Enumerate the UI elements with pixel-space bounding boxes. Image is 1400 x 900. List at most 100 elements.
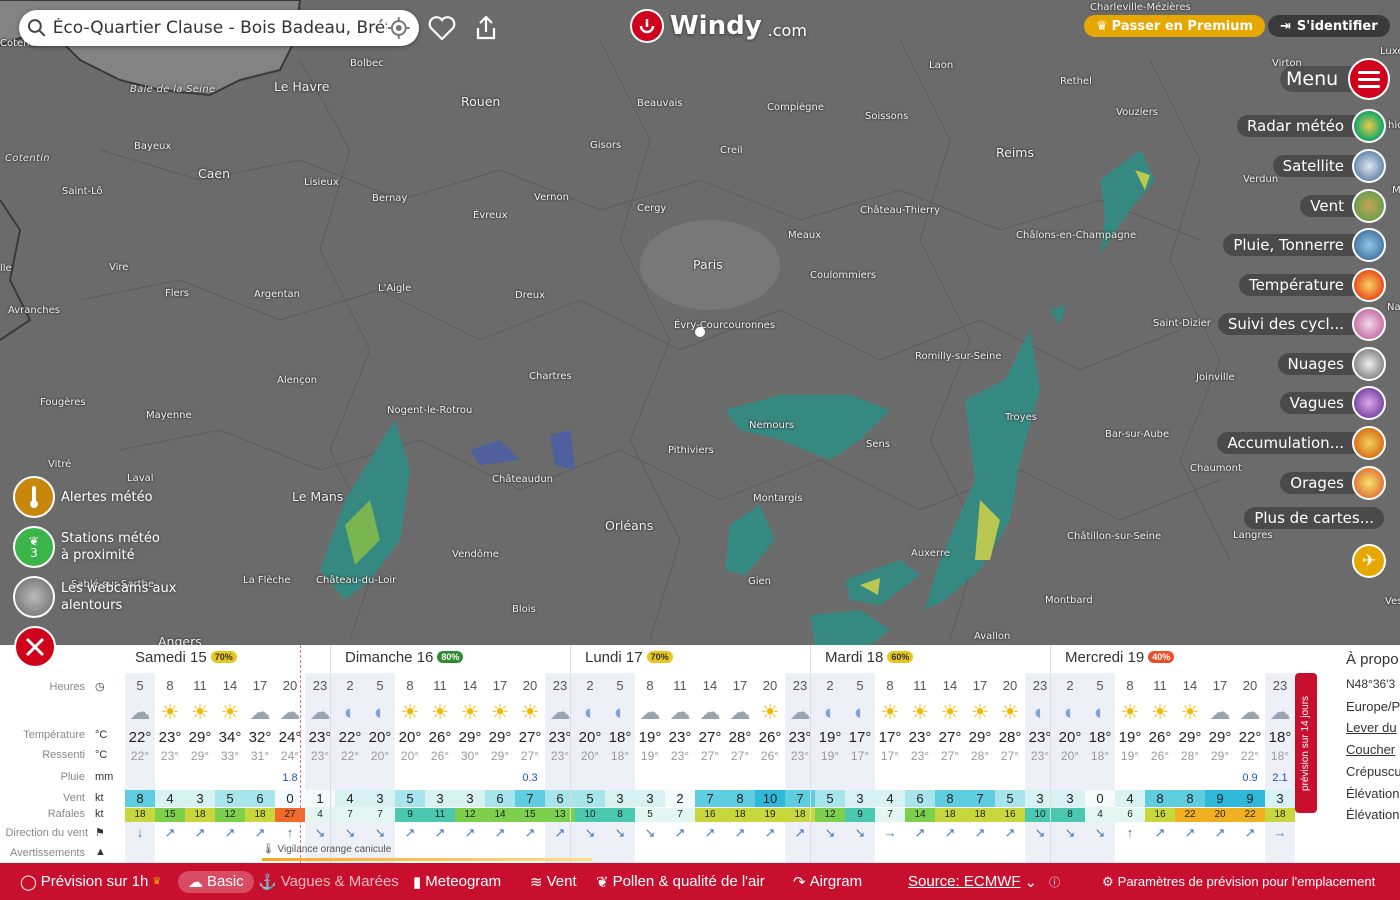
city-label: Troyes <box>1005 412 1037 423</box>
weather-alerts-button[interactable]: Alertes météo <box>13 476 153 518</box>
layer-satellite[interactable]: Satellite <box>1272 149 1386 183</box>
city-label: Creil <box>720 145 743 156</box>
sun-icon: ☀ <box>490 701 510 724</box>
wind-direction-arrow-icon: ↗ <box>224 825 236 840</box>
temperature-cell: 29° <box>968 729 992 746</box>
pollen-tab[interactable]: ❦ Pollen & qualité de l'air <box>596 873 765 891</box>
layer-radar[interactable]: Radar météo <box>1236 109 1386 143</box>
temp-unit[interactable]: °C <box>95 729 107 741</box>
wind-cell: 5 <box>815 790 845 807</box>
search-icon <box>27 19 46 37</box>
meteogram-tab[interactable]: ▮ Meteogram <box>413 873 501 891</box>
gust-cell: 7 <box>335 808 365 822</box>
bottom-toolbar: ◯ Prévision sur 1h ♛ ☁ Basic ⚓ Vagues & Maré… <box>0 863 1400 900</box>
airgram-label: Airgram <box>809 873 863 890</box>
gust-cell: 7 <box>365 808 395 822</box>
feels-like-cell: 23° <box>670 749 690 763</box>
wind-cell: 4 <box>875 790 905 807</box>
feels-like-cell: 20° <box>580 749 600 763</box>
search-box[interactable]: Éco-Quartier Clause - Bois Badeau, Bréti… <box>19 10 419 46</box>
city-label: Saint-Dizier <box>1153 318 1211 329</box>
rain-unit[interactable]: mm <box>95 771 113 783</box>
pollen-label: Pollen & qualité de l'air <box>612 873 765 890</box>
city-label: Château-du-Loir <box>316 575 397 586</box>
sun-icon: ☀ <box>520 701 540 724</box>
waves-tab[interactable]: ⚓ Vagues & Marées <box>258 873 399 891</box>
region-label: Cotentin <box>5 153 50 164</box>
info-icon[interactable]: ⓘ <box>1049 874 1060 890</box>
layer-rain[interactable]: Pluie, Tonnerre <box>1223 228 1386 262</box>
layer-wind[interactable]: Vent <box>1300 189 1386 223</box>
wind-cell: 7 <box>965 790 995 807</box>
layer-storms[interactable]: Orages <box>1280 466 1386 500</box>
sun-icon: ☀ <box>190 701 210 724</box>
gust-cell: 19 <box>755 808 785 822</box>
gust-cell: 14 <box>485 808 515 822</box>
premium-button[interactable]: ♛ Passer en Premium <box>1084 15 1265 37</box>
gust-unit[interactable]: kt <box>95 808 104 820</box>
share-icon[interactable] <box>470 12 502 44</box>
basic-tab[interactable]: ☁ Basic <box>178 870 254 893</box>
wind-tab[interactable]: ≋ Vent <box>530 873 577 891</box>
location-marker[interactable] <box>695 327 705 337</box>
airgram-tab[interactable]: ↷ Airgram <box>793 873 862 891</box>
nearby-stations-button[interactable]: ❦ 3 Stations météo à proximité <box>13 526 171 568</box>
menu-button[interactable]: Menu <box>1280 58 1391 100</box>
elevation-1: Élévation <box>1346 786 1400 801</box>
feels-like-cell: 26° <box>1150 749 1170 763</box>
source-select[interactable]: Source: ECMWF ⌄ ⓘ <box>908 873 1060 891</box>
sun-icon: ☀ <box>160 701 180 724</box>
city-label: Langres <box>1233 530 1273 541</box>
search-input[interactable]: Éco-Quartier Clause - Bois Badeau, Bréti… <box>53 18 388 38</box>
day-header[interactable]: Samedi 15 70% <box>135 649 237 666</box>
webcams-button[interactable]: Les webcams aux alentours <box>13 576 181 618</box>
layer-clouds[interactable]: Nuages <box>1277 347 1386 381</box>
close-forecast-button[interactable] <box>14 626 56 668</box>
login-button[interactable]: ⇥ S'identifier <box>1268 15 1390 37</box>
favorite-heart-icon[interactable] <box>426 12 458 44</box>
hour-cell: 5 <box>856 678 864 693</box>
gust-cell: 11 <box>425 808 455 822</box>
wind-tab-icon: ≋ <box>530 873 543 891</box>
forecast-14-days-tab[interactable]: prévision sur 14 jours <box>1295 673 1317 813</box>
wind-direction-arrow-icon: ↗ <box>164 825 176 840</box>
layer-label: Température <box>1238 274 1366 296</box>
wind-unit[interactable]: kt <box>95 792 104 804</box>
layer-cyclones[interactable]: Suivi des cycl... <box>1217 307 1386 341</box>
feel-unit[interactable]: °C <box>95 749 107 761</box>
weather-map[interactable]: Charleville-Mézières Cotentin Bolbec Le … <box>0 0 1400 645</box>
more-maps-button[interactable]: Plus de cartes... <box>1244 507 1384 529</box>
hamburger-icon[interactable] <box>1348 58 1391 100</box>
source-label: Source: ECMWF <box>908 873 1021 890</box>
day-header[interactable]: Lundi 17 70% <box>585 649 673 666</box>
warning-banner[interactable]: 🌡 Vigilance orange canicule <box>262 844 391 855</box>
day-header[interactable]: Dimanche 16 80% <box>345 649 464 666</box>
city-label: Coulommiers <box>810 270 877 281</box>
windy-logo[interactable]: Windy .com <box>630 9 807 43</box>
hour-cell: 17 <box>252 678 268 693</box>
radar-icon <box>1352 109 1386 143</box>
feels-like-cell: 27° <box>700 749 720 763</box>
cloud-icon: ☁ <box>1269 701 1291 724</box>
premium-forecast-button[interactable]: ◯ Prévision sur 1h ♛ <box>20 873 161 891</box>
city-label: Château-Thierry <box>860 205 941 216</box>
sunset: Coucher <box>1346 742 1396 757</box>
hour-cell: 20 <box>1242 678 1258 693</box>
day-header[interactable]: Mercredi 19 40% <box>1065 649 1175 666</box>
day-divider <box>810 645 811 863</box>
clock-icon: ◷ <box>95 681 105 693</box>
forecast-settings-button[interactable]: ⚙ Paramètres de prévision pour l'emplacem… <box>1102 874 1375 890</box>
locate-icon[interactable] <box>387 16 411 40</box>
wind-direction-arrow-icon: ↑ <box>1126 825 1134 840</box>
layer-temperature[interactable]: Température <box>1238 268 1386 302</box>
sun-icon: ☀ <box>760 701 780 724</box>
temperature-cell: 23° <box>908 729 932 746</box>
layer-waves[interactable]: Vagues <box>1279 386 1386 420</box>
wind-direction-arrow-icon: ↘ <box>374 825 386 840</box>
city-label: Ves <box>1385 596 1400 607</box>
wind-direction-arrow-icon: ↘ <box>1094 825 1106 840</box>
layer-accumulation[interactable]: Accumulation... <box>1217 426 1386 460</box>
temperature-cell: 34° <box>218 729 242 746</box>
airport-plane-icon[interactable]: ✈ <box>1352 544 1386 578</box>
day-header[interactable]: Mardi 18 60% <box>825 649 914 666</box>
